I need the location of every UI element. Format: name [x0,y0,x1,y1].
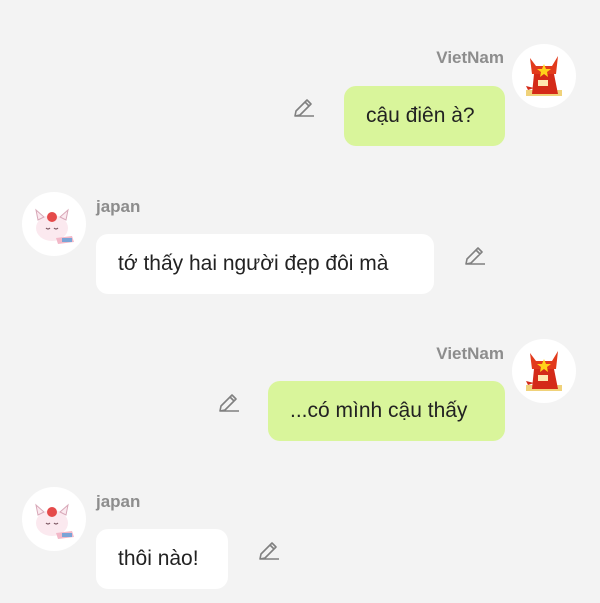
sender-name: VietNam [436,48,504,67]
japan-avatar[interactable] [22,192,86,256]
sender-name: japan [96,492,141,511]
pencil-edit-icon[interactable] [216,391,240,415]
vietnam-avatar[interactable] [512,44,576,108]
message-bubble[interactable]: cậu điên à? [344,86,505,146]
message-bubble[interactable]: tớ thấy hai người đẹp đôi mà [96,234,434,294]
pencil-edit-icon[interactable] [462,244,486,268]
pencil-edit-icon[interactable] [256,539,280,563]
sender-name: VietNam [436,344,504,363]
pencil-edit-icon[interactable] [291,96,315,120]
japan-avatar[interactable] [22,487,86,551]
japan-cat-icon [35,503,74,539]
message-bubble[interactable]: ...có mình cậu thấy [268,381,505,441]
japan-cat-icon [35,208,74,244]
vietnam-avatar[interactable] [512,339,576,403]
vietnam-cat-icon [526,56,562,96]
vietnam-cat-icon [526,351,562,391]
sender-name: japan [96,197,141,216]
message-bubble[interactable]: thôi nào! [96,529,228,589]
